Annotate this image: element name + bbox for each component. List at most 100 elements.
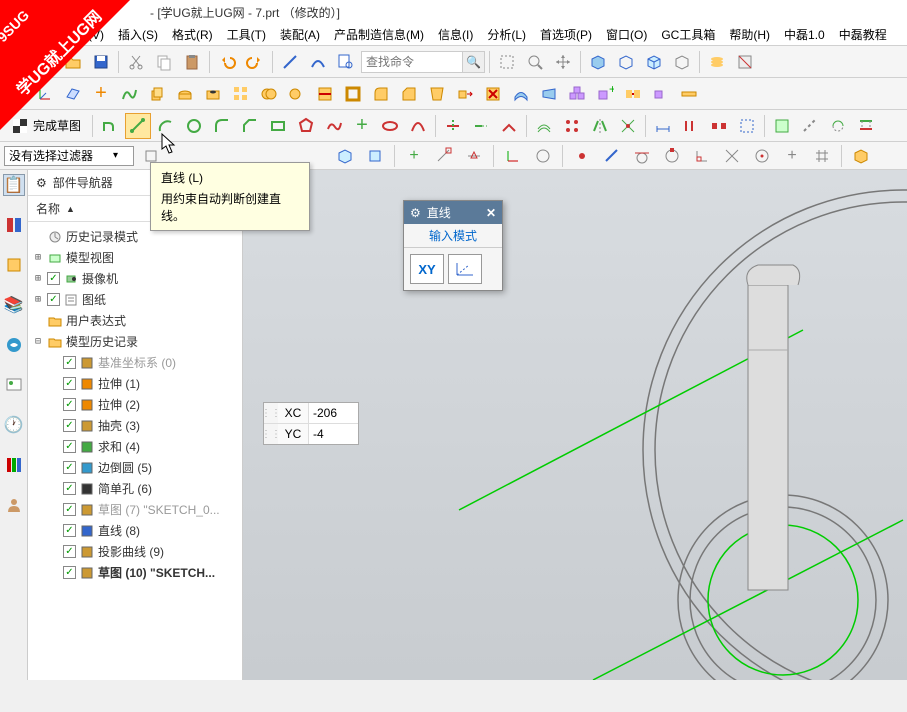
checkbox[interactable]: ✓	[63, 356, 76, 369]
layer-icon[interactable]	[704, 49, 730, 75]
sel-face-icon[interactable]	[362, 143, 388, 169]
reuse-tab-icon[interactable]: 📚	[3, 294, 25, 316]
checkbox[interactable]: ✓	[47, 293, 60, 306]
menu-插入S[interactable]: 插入(S)	[114, 24, 162, 45]
shell-icon[interactable]	[340, 81, 366, 107]
snap-end-icon[interactable]	[431, 143, 457, 169]
save-icon[interactable]	[88, 49, 114, 75]
checkbox[interactable]: ✓	[63, 566, 76, 579]
datum-csys-icon[interactable]	[32, 81, 58, 107]
convert-ref-icon[interactable]	[797, 113, 823, 139]
wcs-rotate-icon[interactable]	[530, 143, 556, 169]
grip-icon[interactable]: ⋮⋮	[264, 403, 278, 423]
menu-分析L[interactable]: 分析(L)	[483, 24, 530, 45]
revolve-icon[interactable]	[172, 81, 198, 107]
menu-首选项P[interactable]: 首选项(P)	[536, 24, 596, 45]
show-constraints-icon[interactable]	[769, 113, 795, 139]
quick-trim-icon[interactable]	[440, 113, 466, 139]
constraint-tab-icon[interactable]	[3, 254, 25, 276]
dim-icon[interactable]	[650, 113, 676, 139]
offset-curve-icon[interactable]	[531, 113, 557, 139]
snap-perpendicular-icon[interactable]	[689, 143, 715, 169]
copy-icon[interactable]	[151, 49, 177, 75]
grip-icon[interactable]: ⋮⋮	[264, 424, 278, 444]
mirror-curve-icon[interactable]	[587, 113, 613, 139]
constraint-geo-icon[interactable]	[678, 113, 704, 139]
sketch-circle-icon[interactable]	[181, 113, 207, 139]
extrude-icon[interactable]	[144, 81, 170, 107]
coordinate-input[interactable]: ⋮⋮ XC ⋮⋮ YC	[263, 402, 359, 445]
wcs-icon[interactable]	[500, 143, 526, 169]
nav-tab-icon[interactable]: 📋	[3, 174, 25, 196]
curve-icon[interactable]	[116, 81, 142, 107]
checkbox[interactable]: ✓	[63, 461, 76, 474]
project-curve-icon[interactable]	[853, 113, 879, 139]
checkbox[interactable]: ✓	[63, 545, 76, 558]
history-tab-icon[interactable]: 🕐	[3, 414, 25, 436]
hole-icon[interactable]	[200, 81, 226, 107]
menu-装配A[interactable]: 装配(A)	[276, 24, 324, 45]
point-icon[interactable]: +	[88, 81, 114, 107]
blend-icon[interactable]	[368, 81, 394, 107]
datum-plane-icon[interactable]	[60, 81, 86, 107]
sketch-line-icon[interactable]	[125, 113, 151, 139]
unite-icon[interactable]	[256, 81, 282, 107]
checkbox[interactable]: ✓	[63, 440, 76, 453]
measure-icon[interactable]	[676, 81, 702, 107]
constraint-icon[interactable]	[620, 81, 646, 107]
pan-icon[interactable]	[550, 49, 576, 75]
snap-grid-icon[interactable]	[809, 143, 835, 169]
menu-工具T[interactable]: 工具(T)	[223, 24, 270, 45]
line-dialog-title[interactable]: ⚙ 直线 ✕	[404, 201, 502, 224]
sketch-arc-icon[interactable]	[153, 113, 179, 139]
move-icon[interactable]	[452, 81, 478, 107]
tree-item[interactable]: ✓简单孔 (6)	[28, 478, 242, 499]
make-symmetric-icon[interactable]	[706, 113, 732, 139]
quick-extend-icon[interactable]	[468, 113, 494, 139]
tree-item[interactable]: ✓抽壳 (3)	[28, 415, 242, 436]
view-cube-icon[interactable]	[848, 143, 874, 169]
start-button[interactable]	[4, 49, 30, 75]
redo-icon[interactable]	[242, 49, 268, 75]
menu-窗口O[interactable]: 窗口(O)	[602, 24, 651, 45]
pattern-icon[interactable]	[228, 81, 254, 107]
snap-point-icon[interactable]: +	[401, 143, 427, 169]
param-mode-button[interactable]	[448, 254, 482, 284]
checkbox[interactable]: ✓	[63, 482, 76, 495]
cube4-icon[interactable]	[669, 49, 695, 75]
move-comp-icon[interactable]	[648, 81, 674, 107]
search-input[interactable]	[362, 52, 462, 72]
command-finder-icon[interactable]	[333, 49, 359, 75]
snap-mid-icon[interactable]	[461, 143, 487, 169]
checkbox[interactable]: ✓	[63, 503, 76, 516]
text-icon[interactable]: A	[4, 81, 30, 107]
sketch-chamfer-icon[interactable]	[237, 113, 263, 139]
tree-item[interactable]: ✓求和 (4)	[28, 436, 242, 457]
menu-信息I[interactable]: 信息(I)	[434, 24, 477, 45]
tree-item[interactable]: ⊟模型历史记录	[28, 331, 242, 352]
tree-item[interactable]: ✓草图 (10) "SKETCH...	[28, 562, 242, 583]
surface1-icon[interactable]	[508, 81, 534, 107]
sketch-conic-icon[interactable]	[405, 113, 431, 139]
draft-icon[interactable]	[424, 81, 450, 107]
tree-item[interactable]: ✓拉伸 (2)	[28, 394, 242, 415]
arc-icon[interactable]	[305, 49, 331, 75]
line-dialog[interactable]: ⚙ 直线 ✕ 输入模式 XY	[403, 200, 503, 291]
surface2-icon[interactable]	[536, 81, 562, 107]
zoom-icon[interactable]	[522, 49, 548, 75]
tree-item[interactable]: ✓拉伸 (1)	[28, 373, 242, 394]
profile-icon[interactable]	[97, 113, 123, 139]
menu-视图V[interactable]: 视图(V)	[60, 24, 108, 45]
sketch-rect-icon[interactable]	[265, 113, 291, 139]
tree-item[interactable]: ⊞✓摄像机	[28, 268, 242, 289]
fit-icon[interactable]	[494, 49, 520, 75]
tree-item[interactable]: ⊞模型视图	[28, 247, 242, 268]
snap-center-icon[interactable]	[749, 143, 775, 169]
menu-GC工具箱[interactable]: GC工具箱	[657, 24, 719, 45]
snap-tangent-icon[interactable]	[629, 143, 655, 169]
search-button[interactable]: 🔍	[462, 52, 484, 72]
snap1-icon[interactable]	[569, 143, 595, 169]
tree-item[interactable]: ✓投影曲线 (9)	[28, 541, 242, 562]
finish-sketch-button[interactable]: 完成草图	[4, 114, 88, 138]
menu-中磊1.0[interactable]: 中磊1.0	[780, 24, 829, 45]
